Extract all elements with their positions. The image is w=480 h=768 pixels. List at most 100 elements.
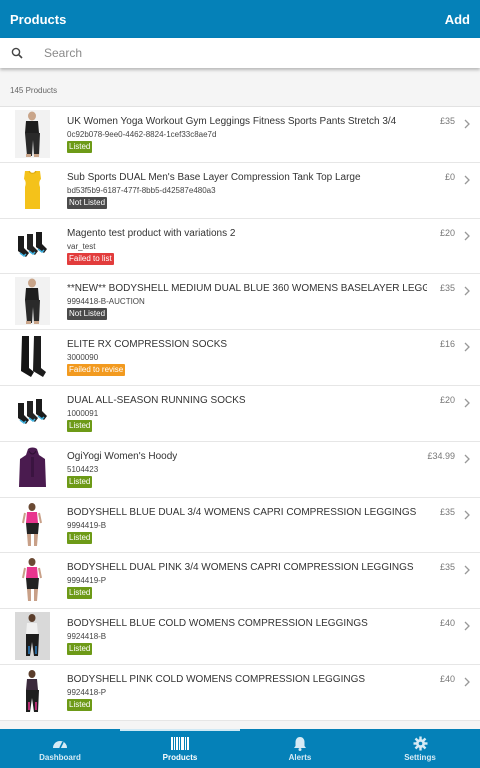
chevron-right-icon <box>463 618 471 636</box>
status-badge: Not Listed <box>67 308 108 321</box>
app-screen: Products Add 145 Products UK Women Yoga … <box>0 0 480 768</box>
model-dark-photo <box>15 667 50 716</box>
gear-icon <box>413 735 428 751</box>
tab-products[interactable]: Products <box>120 729 240 768</box>
product-name: OgiYogi Women's Hoody <box>67 450 178 462</box>
product-sku: 9924418-B <box>67 632 107 642</box>
product-sku: var_test <box>67 241 96 251</box>
product-name: BODYSHELL DUAL PINK 3/4 WOMENS CAPRI COM… <box>67 562 414 574</box>
status-badge: Listed <box>67 587 93 600</box>
product-name: UK Women Yoga Workout Gym Leggings Fitne… <box>67 116 397 127</box>
product-row[interactable]: OgiYogi Women's Hoody 5104423 Listed £34.99 <box>0 441 480 498</box>
product-name: BODYSHELL BLUE DUAL 3/4 WOMENS CAPRI COM… <box>67 506 417 518</box>
leggings-photo <box>15 110 50 158</box>
product-name: BODYSHELL PINK COLD WOMENS COMPRESSION L… <box>67 673 366 685</box>
chevron-right-icon <box>463 172 471 190</box>
socks-photo <box>15 388 50 437</box>
barcode-icon <box>171 735 189 751</box>
product-name: BODYSHELL BLUE COLD WOMENS COMPRESSION L… <box>67 618 368 630</box>
product-price: £40 <box>439 673 455 684</box>
product-row[interactable]: **NEW** BODYSHELL MEDIUM DUAL BLUE 360 W… <box>0 274 480 331</box>
product-price: £35 <box>439 283 455 294</box>
product-sku: 9994419-B <box>67 520 107 530</box>
product-price: £35 <box>439 562 455 573</box>
product-name: Sub Sports DUAL Men's Base Layer Compres… <box>67 171 361 183</box>
product-price: £20 <box>439 394 455 405</box>
status-badge: Listed <box>67 643 93 656</box>
product-price: £0 <box>444 171 455 182</box>
status-badge: Listed <box>67 475 93 488</box>
status-badge: Failed to revise <box>67 364 126 377</box>
search-icon <box>0 47 34 59</box>
chevron-right-icon <box>463 339 471 357</box>
tab-dashboard[interactable]: Dashboard <box>0 729 120 768</box>
product-sku: 3000090 <box>67 353 99 363</box>
chevron-right-icon <box>463 507 471 525</box>
status-badge: Listed <box>67 531 93 544</box>
model-pink-photo <box>15 500 50 549</box>
product-row[interactable]: BODYSHELL PINK COLD WOMENS COMPRESSION L… <box>0 664 480 721</box>
leggings-photo <box>15 277 50 326</box>
product-list-container[interactable]: 145 Products UK Women Yoga Workout Gym L… <box>0 68 480 729</box>
product-row[interactable]: ELITE RX COMPRESSION SOCKS 3000090 Failed … <box>0 330 480 386</box>
compression-socks-photo <box>15 333 50 382</box>
socks-photo <box>15 221 50 270</box>
product-row[interactable]: UK Women Yoga Workout Gym Leggings Fitne… <box>0 107 480 163</box>
status-badge: Not Listed <box>67 196 108 209</box>
product-row[interactable]: DUAL ALL-SEASON RUNNING SOCKS 1000091 List… <box>0 385 480 442</box>
chevron-right-icon <box>463 228 471 246</box>
tab-label: Dashboard <box>39 753 81 762</box>
chevron-right-icon <box>463 562 471 580</box>
product-row[interactable]: BODYSHELL BLUE COLD WOMENS COMPRESSION L… <box>0 609 480 665</box>
dashboard-gauge-icon <box>52 735 68 751</box>
product-price: £34.99 <box>427 450 455 461</box>
product-sku: 9994419-P <box>67 576 107 586</box>
product-sku: bd53f5b9-6187-477f-8bb5-d42587e480a3 <box>67 185 216 195</box>
status-badge: Listed <box>67 419 93 432</box>
status-badge: Listed <box>67 141 93 153</box>
chevron-right-icon <box>463 674 471 692</box>
product-sku: 9994418-B-AUCTION <box>67 297 145 307</box>
product-name: DUAL ALL-SEASON RUNNING SOCKS <box>67 394 246 406</box>
product-name: **NEW** BODYSHELL MEDIUM DUAL BLUE 360 W… <box>67 283 427 295</box>
product-row[interactable]: Magento test product with variations 2 va… <box>0 218 480 275</box>
product-list: UK Women Yoga Workout Gym Leggings Fitne… <box>0 106 480 721</box>
tab-label: Products <box>162 753 198 762</box>
product-price: £16 <box>439 339 455 350</box>
tab-label: Settings <box>404 753 436 762</box>
product-name: Magento test product with variations 2 <box>67 227 236 239</box>
model-pink-photo <box>15 556 50 605</box>
tab-alerts[interactable]: Alerts <box>240 729 360 768</box>
top-app-bar: Products Add <box>0 0 480 38</box>
model-grey-photo <box>15 612 50 661</box>
status-badge: Listed <box>67 698 93 711</box>
hoody-photo <box>15 444 50 493</box>
status-badge: Failed to list <box>67 252 114 265</box>
chevron-right-icon <box>463 283 471 301</box>
chevron-right-icon <box>463 395 471 413</box>
search-input[interactable] <box>44 46 444 60</box>
product-row[interactable]: BODYSHELL DUAL PINK 3/4 WOMENS CAPRI COM… <box>0 553 480 610</box>
tank-top-photo <box>15 165 50 214</box>
bell-icon <box>293 735 307 751</box>
product-price: £40 <box>439 618 455 629</box>
search-bar <box>0 38 480 68</box>
product-row[interactable]: Sub Sports DUAL Men's Base Layer Compres… <box>0 162 480 219</box>
tab-label: Alerts <box>288 753 312 762</box>
product-price: £20 <box>439 227 455 238</box>
add-button[interactable]: Add <box>445 12 470 27</box>
product-price: £35 <box>439 506 455 517</box>
product-sku: 0c92b078-9ee0-4462-8824-1cef33c8ae7d <box>67 130 217 139</box>
product-count: 145 Products <box>10 86 58 95</box>
chevron-right-icon <box>463 116 471 134</box>
product-price: £35 <box>439 116 455 126</box>
product-sku: 1000091 <box>67 408 99 418</box>
product-sku: 9924418-P <box>67 687 107 697</box>
bottom-tab-bar: Dashboard Products Alerts Settings <box>0 729 480 768</box>
chevron-right-icon <box>463 451 471 469</box>
tab-settings[interactable]: Settings <box>360 729 480 768</box>
product-row[interactable]: BODYSHELL BLUE DUAL 3/4 WOMENS CAPRI COM… <box>0 497 480 554</box>
product-name: ELITE RX COMPRESSION SOCKS <box>67 339 228 351</box>
product-sku: 5104423 <box>67 464 99 474</box>
page-title: Products <box>10 11 67 27</box>
